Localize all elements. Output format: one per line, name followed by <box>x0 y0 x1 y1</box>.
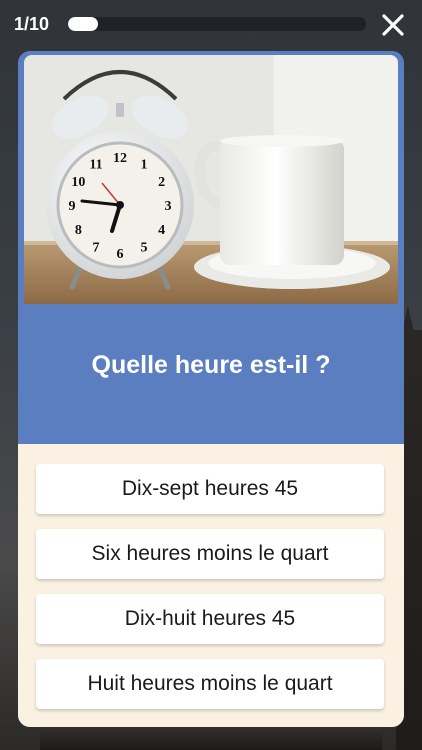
question-card: 12 1 2 3 4 5 6 7 8 9 10 11 Quelle heure est-il ? Di… <box>18 51 404 727</box>
close-icon <box>382 14 404 36</box>
clock-numeral: 1 <box>141 157 148 172</box>
clock-numeral: 9 <box>69 199 76 214</box>
clock-numeral: 3 <box>165 199 172 214</box>
clock-numeral: 11 <box>89 157 102 172</box>
clock-numeral: 10 <box>71 175 85 190</box>
question-image: 12 1 2 3 4 5 6 7 8 9 10 11 <box>24 55 398 304</box>
answer-option-2[interactable]: Six heures moins le quart <box>36 529 384 579</box>
answers-list: Dix-sept heures 45 Six heures moins le q… <box>18 444 404 727</box>
question-text: Quelle heure est-il ? <box>91 351 331 379</box>
clock-numeral: 5 <box>141 241 148 256</box>
clock-numeral: 7 <box>93 241 100 256</box>
quiz-header: 1/10 <box>0 0 422 50</box>
answer-option-4[interactable]: Huit heures moins le quart <box>36 659 384 709</box>
clock-numeral: 4 <box>158 223 165 238</box>
progress-bar-fill <box>68 17 98 31</box>
clock-numeral: 12 <box>113 151 127 166</box>
alarm-clock-and-cup-photo: 12 1234567891011 <box>24 55 398 304</box>
progress-bar <box>68 17 366 31</box>
question-counter: 1/10 <box>14 14 50 34</box>
answer-option-3[interactable]: Dix-huit heures 45 <box>36 594 384 644</box>
answer-option-1[interactable]: Dix-sept heures 45 <box>36 464 384 514</box>
clock-numeral: 2 <box>158 175 165 190</box>
close-button[interactable] <box>380 12 406 38</box>
clock-numeral: 6 <box>117 247 124 262</box>
clock-numeral: 8 <box>75 223 82 238</box>
